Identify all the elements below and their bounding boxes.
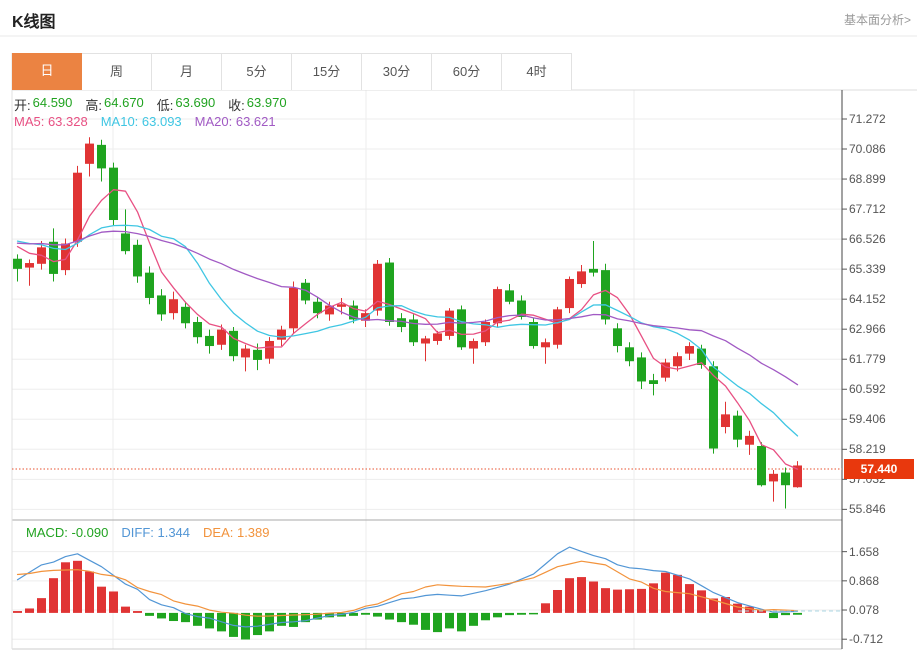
- price-tick-label: 59.406: [849, 412, 886, 426]
- period-tabs: 日周月5分15分30分60分4时: [12, 53, 572, 90]
- price-tick-label: 55.846: [849, 502, 886, 516]
- macd-value: MACD: -0.090: [26, 525, 108, 540]
- macd-tick-label: 0.868: [849, 574, 879, 588]
- price-tick-label: 58.219: [849, 442, 886, 456]
- price-tick-label: 68.899: [849, 172, 886, 186]
- price-tick-label: 66.526: [849, 232, 886, 246]
- macd-readout: MACD: -0.090 DIFF: 1.344 DEA: 1.389: [26, 525, 270, 540]
- dea-value: DEA: 1.389: [203, 525, 270, 540]
- period-tab-60分[interactable]: 60分: [432, 53, 502, 90]
- period-tab-5分[interactable]: 5分: [222, 53, 292, 90]
- macd-tick-label: 0.078: [849, 603, 879, 617]
- price-tick-label: 62.966: [849, 322, 886, 336]
- open-readout: 开: 64.590: [14, 95, 72, 114]
- ohlc-readout: 开: 64.590 高: 64.670 低: 63.690 收: 63.970: [14, 95, 287, 114]
- ma20-readout: MA20: 63.621: [195, 114, 276, 129]
- period-tab-15分[interactable]: 15分: [292, 53, 362, 90]
- period-tab-周[interactable]: 周: [82, 53, 152, 90]
- price-tick-label: 67.712: [849, 202, 886, 216]
- diff-value: DIFF: 1.344: [121, 525, 190, 540]
- price-tick-label: 71.272: [849, 112, 886, 126]
- price-tick-label: 65.339: [849, 262, 886, 276]
- ma10-readout: MA10: 63.093: [101, 114, 182, 129]
- low-readout: 低: 63.690: [157, 95, 215, 114]
- current-price-badge: 57.440: [844, 459, 914, 479]
- price-tick-label: 60.592: [849, 382, 886, 396]
- ma5-readout: MA5: 63.328: [14, 114, 88, 129]
- macd-histogram: [13, 561, 802, 640]
- period-tab-月[interactable]: 月: [152, 53, 222, 90]
- period-tab-日[interactable]: 日: [12, 53, 82, 90]
- price-tick-label: 70.086: [849, 142, 886, 156]
- macd-tick-label: -0.712: [849, 632, 883, 646]
- axis-tick-marks: [842, 119, 847, 639]
- close-readout: 收: 63.970: [228, 95, 286, 114]
- period-tab-4时[interactable]: 4时: [502, 53, 572, 90]
- price-tick-label: 61.779: [849, 352, 886, 366]
- ma-readout: MA5: 63.328 MA10: 63.093 MA20: 63.621: [14, 114, 276, 129]
- period-tab-30分[interactable]: 30分: [362, 53, 432, 90]
- kline-widget: K线图 基本面分析> 日周月5分15分30分60分4时 开: 64.590 高:…: [0, 0, 917, 650]
- price-tick-label: 64.152: [849, 292, 886, 306]
- macd-tick-label: 1.658: [849, 545, 879, 559]
- high-readout: 高: 64.670: [85, 95, 143, 114]
